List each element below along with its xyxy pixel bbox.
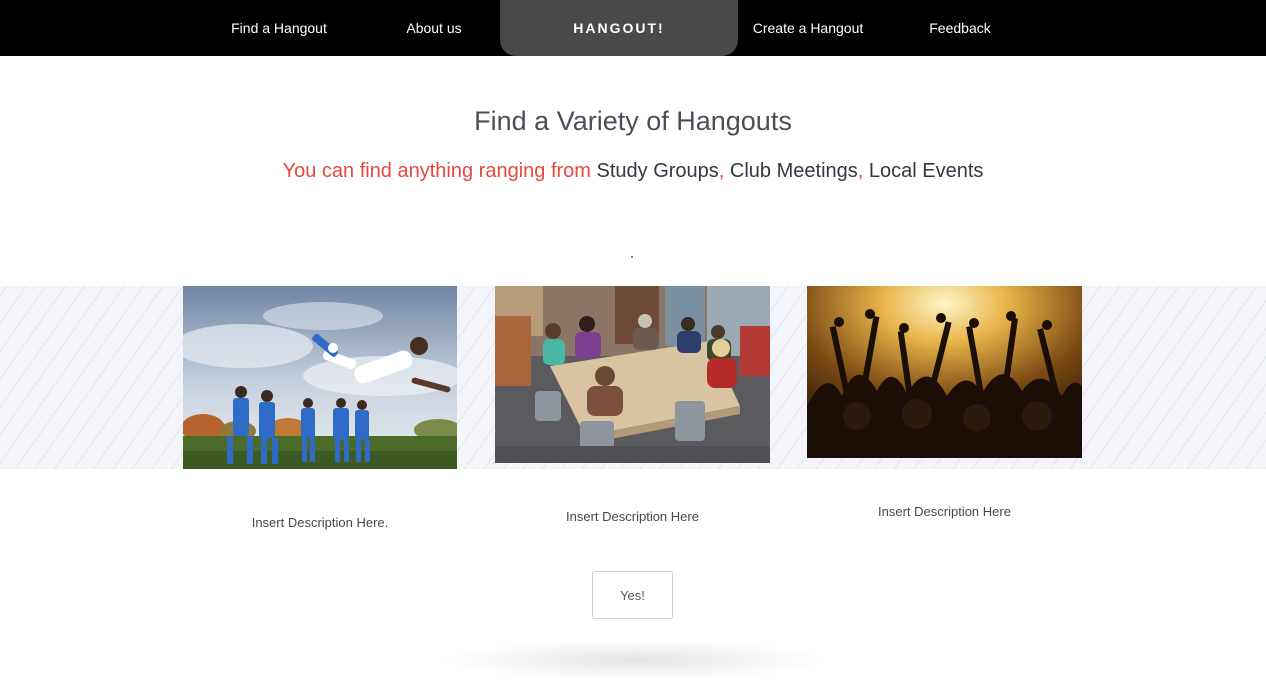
study-group-table-photo[interactable] xyxy=(495,286,770,463)
nav-link-about-us[interactable]: About us xyxy=(396,0,472,56)
top-navigation-bar: Find a Hangout About us HANGOUT! Create … xyxy=(0,0,1266,56)
nav-link-feedback[interactable]: Feedback xyxy=(920,0,1000,56)
brand-logo[interactable]: HANGOUT! xyxy=(500,0,738,56)
gallery-description-2: Insert Description Here xyxy=(566,509,699,524)
subtitle-lead: You can find anything ranging from xyxy=(282,160,597,182)
nav-link-find-a-hangout[interactable]: Find a Hangout xyxy=(222,0,336,56)
soccer-players-photo[interactable] xyxy=(183,286,457,469)
gallery-description-3: Insert Description Here xyxy=(878,504,1011,519)
term-club-meetings: Club Meetings xyxy=(729,160,858,182)
term-local-events: Local Events xyxy=(868,160,984,182)
decorative-shadow xyxy=(440,640,830,680)
gallery-description-1: Insert Description Here. xyxy=(251,515,389,530)
yes-button[interactable]: Yes! xyxy=(592,571,673,619)
term-separator: , xyxy=(718,160,730,182)
page-title: Find a Variety of Hangouts xyxy=(474,106,792,136)
decorative-dot xyxy=(631,256,633,258)
term-study-groups: Study Groups xyxy=(596,160,719,182)
page-subtitle: You can find anything ranging from Study… xyxy=(0,160,1266,183)
term-separator: , xyxy=(857,160,869,182)
nav-link-create-a-hangout[interactable]: Create a Hangout xyxy=(748,0,868,56)
concert-crowd-photo[interactable] xyxy=(807,286,1082,458)
